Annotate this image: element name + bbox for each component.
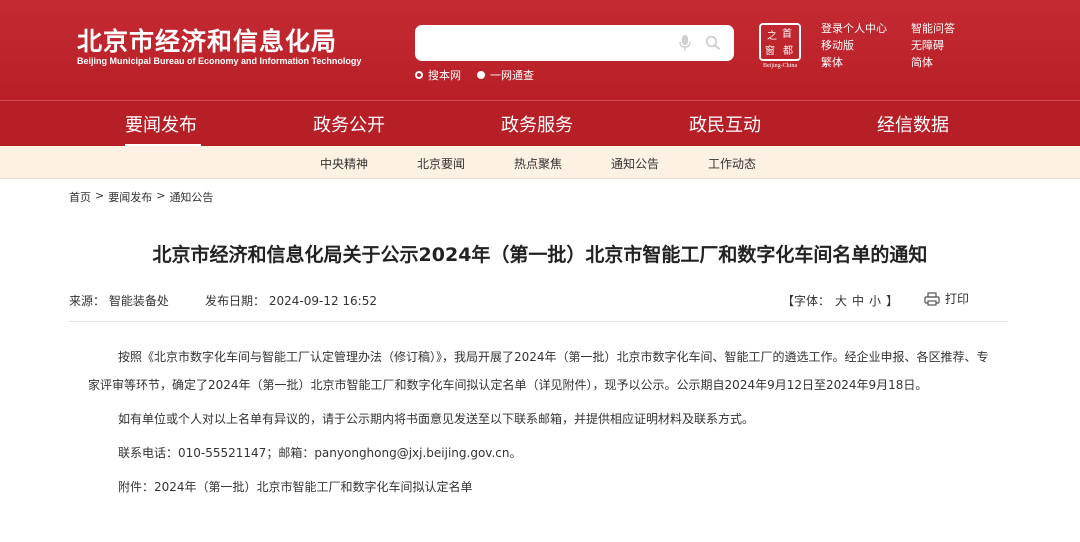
traditional-chinese-link[interactable]: 繁体 [821, 56, 911, 70]
seal-caption: Beijing-China [763, 63, 797, 69]
article-paragraph: 按照《北京市数字化车间与智能工厂认定管理办法（修订稿）》，我局开展了2024年（… [88, 350, 989, 392]
main-nav: 要闻发布 政务公开 政务服务 政民互动 经信数据 [0, 100, 1080, 147]
meta-divider [69, 321, 1008, 322]
search-scope-site-label: 搜本网 [428, 69, 461, 82]
date-value: 2024-09-12 16:52 [268, 294, 377, 308]
breadcrumb-separator: > [95, 189, 105, 202]
site-subtitle: Beijing Municipal Bureau of Economy and … [77, 56, 362, 66]
site-header: 北京市经济和信息化局 Beijing Municipal Bureau of E… [0, 0, 1080, 100]
print-label: 打印 [945, 292, 970, 306]
search-scope-all-label: 一网通查 [490, 69, 534, 82]
font-size-control: 【字体： 大 中 小 】 [782, 292, 898, 309]
source-value: 智能装备处 [108, 294, 169, 308]
seal-icon: 之 首 都 窗 [759, 23, 801, 61]
seal-char-2: 首 [782, 27, 792, 40]
article-paragraph: 附件：2024年（第一批）北京市智能工厂和数字化车间拟认定名单 [118, 480, 473, 494]
capital-window-logo[interactable]: 之 首 都 窗 Beijing-China [759, 23, 801, 69]
microphone-icon[interactable] [678, 34, 692, 52]
radio-selected-icon [415, 71, 423, 79]
source-label: 来源： [69, 294, 106, 308]
seal-char-1: 之 [767, 29, 777, 42]
font-size-small-button[interactable]: 小 [869, 292, 881, 309]
article-source: 来源： 智能装备处 [69, 292, 169, 309]
breadcrumb: 首页 > 要闻发布 > 通知公告 [69, 189, 213, 205]
subnav-hot-topics[interactable]: 热点聚焦 [514, 155, 562, 172]
search-input[interactable] [427, 33, 667, 53]
breadcrumb-news-release[interactable]: 要闻发布 [108, 189, 152, 205]
subnav-central-spirit[interactable]: 中央精神 [320, 155, 368, 172]
font-size-large-button[interactable]: 大 [835, 292, 847, 309]
article-paragraph: 联系电话：010-55521147；邮箱：panyonghong@jxj.bei… [118, 446, 522, 460]
subnav-work-updates[interactable]: 工作动态 [708, 155, 756, 172]
date-label: 发布日期： [205, 294, 266, 308]
radio-unselected-icon [477, 71, 485, 79]
site-title[interactable]: 北京市经济和信息化局 [77, 22, 337, 58]
article-title: 北京市经济和信息化局关于公示2024年（第一批）北京市智能工厂和数字化车间名单的… [152, 244, 928, 266]
seal-char-4: 窗 [765, 44, 775, 57]
article-body: 按照《北京市数字化车间与智能工厂认定管理办法（修订稿）》，我局开展了2024年（… [88, 343, 993, 507]
search-scope-all[interactable]: 一网通查 [477, 67, 534, 83]
breadcrumb-separator: > [156, 189, 166, 202]
nav-government-affairs[interactable]: 政务公开 [313, 111, 385, 137]
font-size-close: 】 [886, 294, 899, 308]
utility-links: 登录个人中心 智能问答 移动版 无障碍 繁体 简体 [821, 22, 981, 70]
font-size-label: 【字体： [782, 294, 831, 308]
search-scope-site[interactable]: 搜本网 [415, 67, 461, 83]
font-size-medium-button[interactable]: 中 [852, 292, 864, 309]
nav-news-release[interactable]: 要闻发布 [125, 111, 197, 137]
nav-government-services[interactable]: 政务服务 [501, 111, 573, 137]
article-paragraph: 如有单位或个人对以上名单有异议的，请于公示期内将书面意见发送至以下联系邮箱，并提… [118, 412, 755, 426]
seal-char-3: 都 [783, 45, 793, 57]
nav-economic-data[interactable]: 经信数据 [877, 111, 949, 137]
search-scope: 搜本网 一网通查 [415, 67, 534, 83]
sub-nav: 中央精神 北京要闻 热点聚焦 通知公告 工作动态 [0, 146, 1080, 179]
breadcrumb-notices[interactable]: 通知公告 [169, 189, 213, 205]
nav-public-interaction[interactable]: 政民互动 [689, 111, 761, 137]
mobile-version-link[interactable]: 移动版 [821, 39, 911, 53]
print-button[interactable]: 打印 [924, 290, 969, 307]
login-link[interactable]: 登录个人中心 [821, 22, 911, 36]
accessibility-link[interactable]: 无障碍 [911, 39, 981, 53]
simplified-chinese-link[interactable]: 简体 [911, 56, 981, 70]
article-date: 发布日期： 2024-09-12 16:52 [205, 292, 377, 309]
subnav-beijing-news[interactable]: 北京要闻 [417, 155, 465, 172]
breadcrumb-home[interactable]: 首页 [69, 189, 91, 205]
search-icon[interactable] [705, 35, 721, 51]
subnav-notices[interactable]: 通知公告 [611, 155, 659, 172]
printer-icon [924, 291, 940, 306]
smart-qa-link[interactable]: 智能问答 [911, 22, 981, 36]
